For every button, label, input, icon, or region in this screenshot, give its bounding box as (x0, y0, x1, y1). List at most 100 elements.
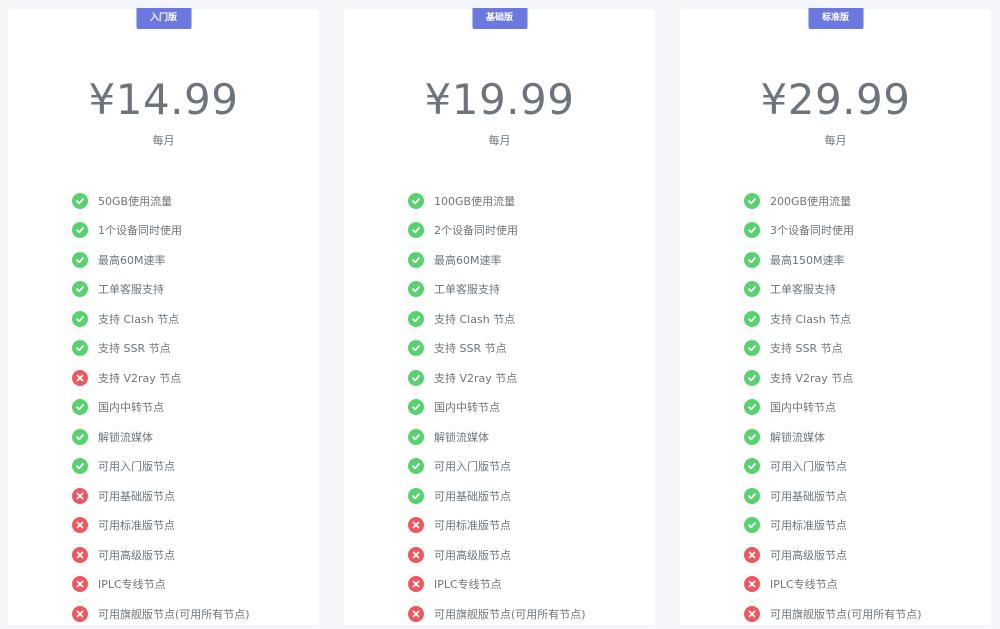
feature-label: 可用旗舰版节点(可用所有节点) (770, 607, 922, 621)
feature-item: 支持 V2ray 节点 (744, 363, 984, 393)
check-circle-icon (408, 399, 424, 416)
check-circle-icon (408, 222, 424, 239)
feature-item: 国内中转节点 (744, 393, 984, 423)
feature-label: 200GB使用流量 (770, 194, 852, 208)
cross-circle-icon (72, 487, 88, 504)
feature-label: 最高60M速率 (98, 253, 166, 267)
check-circle-icon (744, 251, 760, 268)
feature-item: 解锁流媒体 (744, 422, 984, 452)
feature-label: 可用标准版节点 (770, 519, 847, 533)
check-circle-icon (744, 428, 760, 445)
feature-label: 可用基础版节点 (770, 489, 847, 503)
check-circle-icon (744, 487, 760, 504)
feature-item: 支持 SSR 节点 (408, 334, 648, 364)
plan-price: ¥14.99 (88, 75, 239, 124)
feature-item: 可用高级版节点 (744, 540, 984, 570)
cross-circle-icon (72, 576, 88, 593)
feature-label: 支持 Clash 节点 (98, 312, 180, 326)
check-circle-icon (72, 251, 88, 268)
feature-label: 支持 Clash 节点 (770, 312, 852, 326)
check-circle-icon (408, 340, 424, 357)
feature-item: 国内中转节点 (72, 393, 312, 423)
plan-card-standard: 标准版 ¥29.99 每月 200GB使用流量 3个设备同时使用 最高150M速率工… (680, 8, 991, 625)
plan-card-basic: 基础版 ¥19.99 每月 100GB使用流量 2个设备同时使用 最高60M速率 工单… (344, 8, 655, 625)
feature-item: 2个设备同时使用 (408, 216, 648, 246)
check-circle-icon (744, 458, 760, 475)
check-circle-icon (408, 192, 424, 209)
feature-item: 国内中转节点 (408, 393, 648, 423)
feature-label: 支持 SSR 节点 (770, 342, 843, 356)
feature-label: 支持 V2ray 节点 (434, 371, 518, 385)
feature-item: 支持 Clash 节点 (744, 304, 984, 334)
cross-circle-icon (744, 576, 760, 593)
feature-list: 50GB使用流量 1个设备同时使用 最高60M速率 工单客服支持 支持 Clash 节点… (72, 186, 312, 629)
feature-label: 3个设备同时使用 (770, 224, 854, 238)
feature-label: 可用标准版节点 (98, 519, 175, 533)
check-circle-icon (72, 428, 88, 445)
check-circle-icon (744, 222, 760, 239)
check-circle-icon (408, 428, 424, 445)
feature-label: 支持 Clash 节点 (434, 312, 516, 326)
feature-label: 可用基础版节点 (434, 489, 511, 503)
feature-item: 支持 SSR 节点 (72, 334, 312, 364)
feature-label: IPLC专线节点 (770, 578, 838, 592)
check-circle-icon (72, 192, 88, 209)
check-circle-icon (72, 340, 88, 357)
feature-item: 可用入门版节点 (72, 452, 312, 482)
feature-label: 可用入门版节点 (434, 460, 511, 474)
check-circle-icon (744, 369, 760, 386)
feature-item: 可用旗舰版节点(可用所有节点) (408, 599, 648, 629)
feature-item: 200GB使用流量 (744, 186, 984, 216)
feature-item: 最高150M速率 (744, 245, 984, 275)
feature-label: IPLC专线节点 (98, 578, 166, 592)
feature-item: 可用标准版节点 (72, 511, 312, 541)
feature-label: 解锁流媒体 (770, 430, 825, 444)
feature-label: 100GB使用流量 (434, 194, 516, 208)
feature-label: 支持 V2ray 节点 (770, 371, 854, 385)
check-circle-icon (408, 487, 424, 504)
feature-label: 可用基础版节点 (98, 489, 175, 503)
feature-label: 可用入门版节点 (770, 460, 847, 474)
cross-circle-icon (72, 517, 88, 534)
feature-item: 50GB使用流量 (72, 186, 312, 216)
cross-circle-icon (408, 546, 424, 563)
feature-label: 可用标准版节点 (434, 519, 511, 533)
feature-item: 支持 SSR 节点 (744, 334, 984, 364)
feature-item: 可用入门版节点 (744, 452, 984, 482)
feature-label: 工单客服支持 (770, 283, 836, 297)
feature-item: 可用高级版节点 (72, 540, 312, 570)
plan-period: 每月 (824, 134, 847, 147)
plan-price: ¥29.99 (760, 75, 911, 124)
feature-label: 工单客服支持 (434, 283, 500, 297)
plan-badge: 标准版 (808, 8, 863, 29)
feature-item: IPLC专线节点 (72, 570, 312, 600)
feature-label: 可用旗舰版节点(可用所有节点) (434, 607, 586, 621)
cross-circle-icon (744, 546, 760, 563)
feature-label: 2个设备同时使用 (434, 224, 518, 238)
feature-item: 工单客服支持 (72, 275, 312, 305)
feature-item: 可用入门版节点 (408, 452, 648, 482)
feature-label: 最高150M速率 (770, 253, 845, 267)
feature-label: 国内中转节点 (98, 401, 164, 415)
check-circle-icon (72, 399, 88, 416)
check-circle-icon (72, 222, 88, 239)
feature-item: 支持 Clash 节点 (408, 304, 648, 334)
cross-circle-icon (744, 605, 760, 622)
check-circle-icon (408, 310, 424, 327)
cross-circle-icon (72, 546, 88, 563)
feature-item: 最高60M速率 (408, 245, 648, 275)
plan-price: ¥19.99 (424, 75, 575, 124)
feature-item: IPLC专线节点 (744, 570, 984, 600)
check-circle-icon (408, 281, 424, 298)
feature-label: 国内中转节点 (434, 401, 500, 415)
feature-item: 可用基础版节点 (408, 481, 648, 511)
plan-card-starter: 入门版 ¥14.99 每月 50GB使用流量 1个设备同时使用 最高60M速率 工单客… (8, 8, 319, 625)
feature-item: 可用旗舰版节点(可用所有节点) (744, 599, 984, 629)
feature-label: 可用入门版节点 (98, 460, 175, 474)
feature-label: 支持 SSR 节点 (98, 342, 171, 356)
feature-list: 200GB使用流量 3个设备同时使用 最高150M速率 工单客服支持支持 Clash … (744, 186, 984, 629)
feature-item: 可用高级版节点 (408, 540, 648, 570)
feature-item: 解锁流媒体 (72, 422, 312, 452)
feature-item: 支持 Clash 节点 (72, 304, 312, 334)
check-circle-icon (744, 192, 760, 209)
